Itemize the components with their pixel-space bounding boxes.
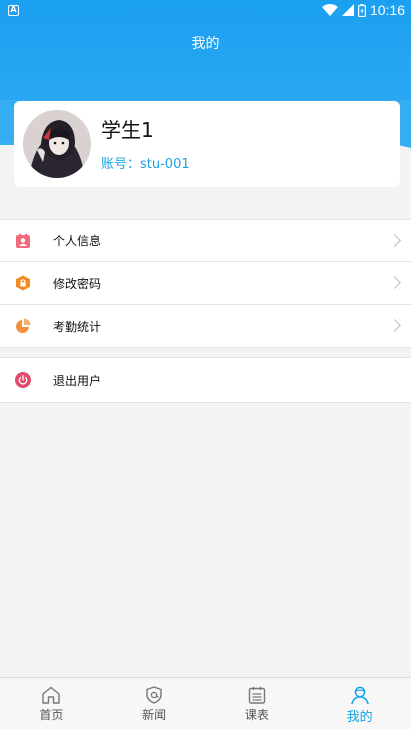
chevron-right-icon [388, 276, 401, 289]
menu-item-attendance-stats[interactable]: 考勤统计 [0, 305, 411, 348]
bottom-tab-bar: 首页 新闻 课表 我的 [0, 677, 411, 729]
tab-label: 新闻 [142, 708, 167, 722]
calendar-icon [248, 686, 266, 704]
menu-group: 个人信息 修改密码 考勤统计 [0, 219, 411, 348]
id-card-icon [15, 233, 31, 249]
user-account: 账号：stu-001 [101, 157, 190, 172]
profile-card[interactable]: 学生1 账号：stu-001 [14, 101, 400, 187]
wifi-icon [321, 4, 338, 16]
page-title: 我的 [191, 36, 220, 52]
battery-icon [357, 3, 366, 17]
status-time: 10:16 [369, 2, 405, 18]
tab-home[interactable]: 首页 [0, 678, 103, 729]
user-icon [350, 686, 369, 704]
tab-me[interactable]: 我的 [308, 678, 411, 729]
power-icon [15, 372, 31, 388]
menu-item-change-password[interactable]: 修改密码 [0, 262, 411, 305]
chevron-right-icon [388, 319, 401, 332]
logout-button[interactable]: 退出用户 [0, 357, 411, 403]
home-icon [42, 686, 61, 704]
avatar[interactable] [23, 110, 91, 178]
menu-label: 个人信息 [53, 234, 102, 248]
menu-label: 修改密码 [53, 276, 102, 291]
news-icon [146, 686, 162, 704]
chevron-right-icon [388, 233, 401, 247]
tab-news[interactable]: 新闻 [103, 678, 206, 729]
tab-label: 首页 [39, 708, 64, 722]
logout-group: 退出用户 [0, 357, 411, 403]
logout-label: 退出用户 [53, 373, 102, 388]
menu-item-personal-info[interactable]: 个人信息 [0, 219, 411, 262]
menu-label: 考勤统计 [53, 319, 102, 334]
tab-label: 课表 [244, 708, 269, 722]
pie-chart-icon [15, 318, 31, 334]
user-name: 学生1 [101, 118, 154, 142]
lock-shield-icon [15, 275, 31, 291]
tab-schedule[interactable]: 课表 [206, 678, 309, 729]
status-bar: A 10:16 [0, 0, 411, 20]
tab-label: 我的 [346, 710, 373, 725]
notification-a-icon: A [8, 4, 19, 16]
signal-icon [341, 4, 354, 16]
